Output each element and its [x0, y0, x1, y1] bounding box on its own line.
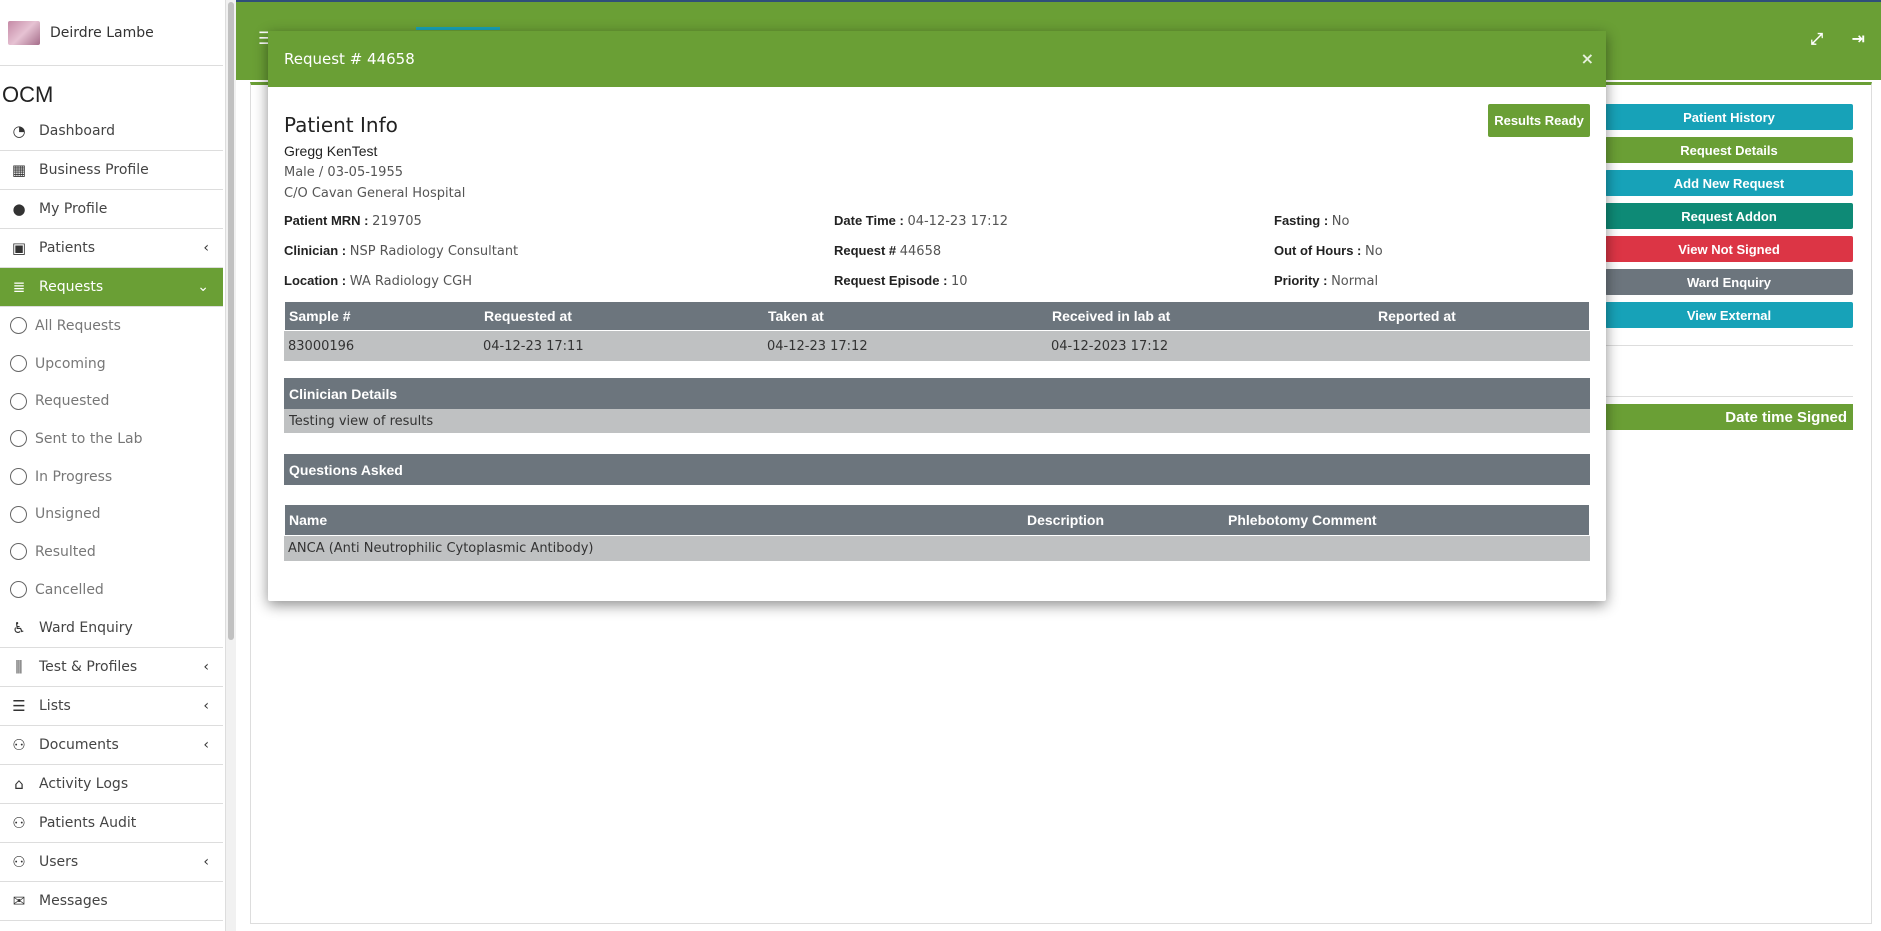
date-time-signed-header: Date time Signed	[1605, 404, 1853, 430]
sidebar-item-patients[interactable]: ▣ Patients ‹	[0, 229, 223, 268]
warehouse-icon: ⌂	[14, 774, 24, 793]
circle-icon	[10, 430, 27, 448]
table-row: 83000196 04-12-23 17:11 04-12-23 17:12 0…	[284, 331, 1590, 361]
chevron-left-icon: ‹	[203, 240, 209, 256]
field-fasting: Fasting : No	[1274, 213, 1350, 229]
sample-table: Sample # Requested at Taken at Received …	[284, 301, 1590, 361]
questions-asked-header: Questions Asked	[284, 454, 1590, 485]
sidebar-scrollbar[interactable]	[226, 0, 236, 931]
sidebar-item-messages[interactable]: ✉ Messages	[0, 882, 223, 921]
view-not-signed-button[interactable]: View Not Signed	[1605, 236, 1853, 262]
sidebar-subitem-all-requests[interactable]: All Requests	[0, 307, 225, 345]
envelope-icon: ✉	[12, 891, 26, 910]
field-clinician: Clinician : NSP Radiology Consultant	[284, 243, 519, 259]
brand-logo: OCM	[2, 82, 54, 107]
sidebar-nav: ◔ Dashboard ▦ Business Profile ● My Profile…	[0, 112, 225, 921]
sidebar-item-business-profile[interactable]: ▦ Business Profile	[0, 151, 223, 190]
circle-icon	[10, 317, 27, 335]
sidebar-subitem-resulted[interactable]: Resulted	[0, 533, 225, 571]
patient-hospital: C/O Cavan General Hospital	[284, 186, 466, 201]
sidebar-subitem-in-progress[interactable]: In Progress	[0, 458, 225, 496]
id-card-icon: ▣	[11, 239, 27, 257]
circle-icon	[10, 468, 27, 486]
sidebar-item-requests[interactable]: ≣ Requests ⌄	[0, 268, 223, 307]
ward-enquiry-button[interactable]: Ward Enquiry	[1605, 269, 1853, 295]
sidebar-item-lists[interactable]: ☰ Lists ‹	[0, 687, 223, 726]
view-external-button[interactable]: View External	[1605, 302, 1853, 328]
field-request-number: Request # 44658	[834, 243, 942, 259]
add-new-request-button[interactable]: Add New Request	[1605, 170, 1853, 196]
logout-icon[interactable]: ⇥	[1852, 29, 1865, 48]
circle-icon	[10, 355, 27, 373]
patient-name: Gregg KenTest	[284, 143, 378, 159]
circle-icon	[10, 543, 27, 561]
user-panel[interactable]: Deirdre Lambe	[0, 0, 223, 66]
field-date-time: Date Time : 04-12-23 17:12	[834, 213, 1009, 229]
avatar	[8, 20, 40, 45]
request-modal: Request # 44658 × Patient Info Results R…	[268, 31, 1606, 601]
table-row: ANCA (Anti Neutrophilic Cytoplasmic Anti…	[284, 536, 1590, 561]
users-icon: ⚇	[12, 852, 26, 871]
sidebar-subitem-upcoming[interactable]: Upcoming	[0, 345, 225, 383]
clinician-details-text: Testing view of results	[284, 409, 1590, 433]
modal-header: Request # 44658 ×	[268, 31, 1606, 87]
sidebar-item-my-profile[interactable]: ● My Profile	[0, 190, 223, 229]
vials-icon: ⫼	[15, 657, 23, 676]
close-icon[interactable]: ×	[1581, 49, 1594, 68]
field-out-of-hours: Out of Hours : No	[1274, 243, 1383, 259]
chevron-down-icon: ⌄	[197, 279, 209, 295]
sidebar-subitem-unsigned[interactable]: Unsigned	[0, 495, 225, 533]
clinician-details: Clinician Details Testing view of result…	[284, 378, 1590, 433]
chevron-left-icon: ‹	[203, 697, 209, 714]
table-header: Name Description Phlebotomy Comment	[284, 504, 1590, 536]
users-icon: ⚇	[12, 735, 26, 754]
field-request-episode: Request Episode : 10	[834, 273, 968, 289]
dashboard-icon: ◔	[12, 122, 26, 140]
chevron-left-icon: ‹	[203, 736, 209, 753]
questions-asked: Questions Asked	[284, 454, 1590, 485]
table-header: Sample # Requested at Taken at Received …	[284, 301, 1590, 331]
circle-icon	[10, 505, 27, 523]
sidebar-item-patients-audit[interactable]: ⚇ Patients Audit	[0, 804, 223, 843]
sidebar-item-documents[interactable]: ⚇ Documents ‹	[0, 726, 223, 765]
fullscreen-icon[interactable]: ⤢	[1810, 29, 1823, 49]
sidebar: Deirdre Lambe OCM ◔ Dashboard ▦ Business P…	[0, 0, 226, 931]
sidebar-item-test-profiles[interactable]: ⫼ Test & Profiles ‹	[0, 648, 223, 687]
database-icon: ≣	[12, 278, 26, 296]
action-buttons: Patient History Request Details Add New Re…	[1605, 104, 1853, 335]
field-mrn: Patient MRN : 219705	[284, 213, 422, 229]
sidebar-subitem-requested[interactable]: Requested	[0, 382, 225, 420]
active-tab-indicator	[416, 27, 500, 30]
users-icon: ⚇	[12, 813, 26, 832]
request-details-button[interactable]: Request Details	[1605, 137, 1853, 163]
field-location: Location : WA Radiology CGH	[284, 273, 472, 289]
sidebar-subitem-sent-to-lab[interactable]: Sent to the Lab	[0, 420, 225, 458]
scrollbar-thumb[interactable]	[228, 2, 234, 640]
divider	[1605, 396, 1853, 397]
tests-table: Name Description Phlebotomy Comment ANCA…	[284, 504, 1590, 561]
chevron-left-icon: ‹	[203, 853, 209, 870]
chevron-left-icon: ‹	[203, 658, 209, 675]
wheelchair-icon: ♿	[12, 618, 26, 637]
request-addon-button[interactable]: Request Addon	[1605, 203, 1853, 229]
sidebar-item-users[interactable]: ⚇ Users ‹	[0, 843, 223, 882]
patient-gender-dob: Male / 03-05-1955	[284, 165, 403, 180]
patient-history-button[interactable]: Patient History	[1605, 104, 1853, 130]
circle-icon	[10, 581, 27, 599]
building-icon: ▦	[11, 161, 27, 179]
modal-title: Request # 44658	[284, 50, 415, 68]
sidebar-item-dashboard[interactable]: ◔ Dashboard	[0, 112, 223, 151]
sidebar-subitem-cancelled[interactable]: Cancelled	[0, 571, 225, 609]
results-ready-button[interactable]: Results Ready	[1488, 104, 1590, 137]
sidebar-item-ward-enquiry[interactable]: ♿ Ward Enquiry	[0, 609, 223, 648]
clinician-details-header: Clinician Details	[284, 378, 1590, 409]
field-priority: Priority : Normal	[1274, 273, 1379, 289]
circle-icon	[10, 392, 27, 410]
sidebar-item-activity-logs[interactable]: ⌂ Activity Logs	[0, 765, 223, 804]
section-title: Patient Info	[284, 113, 398, 137]
user-name: Deirdre Lambe	[50, 24, 154, 41]
user-icon: ●	[12, 200, 26, 218]
list-icon: ☰	[12, 696, 26, 715]
divider	[1605, 345, 1853, 346]
